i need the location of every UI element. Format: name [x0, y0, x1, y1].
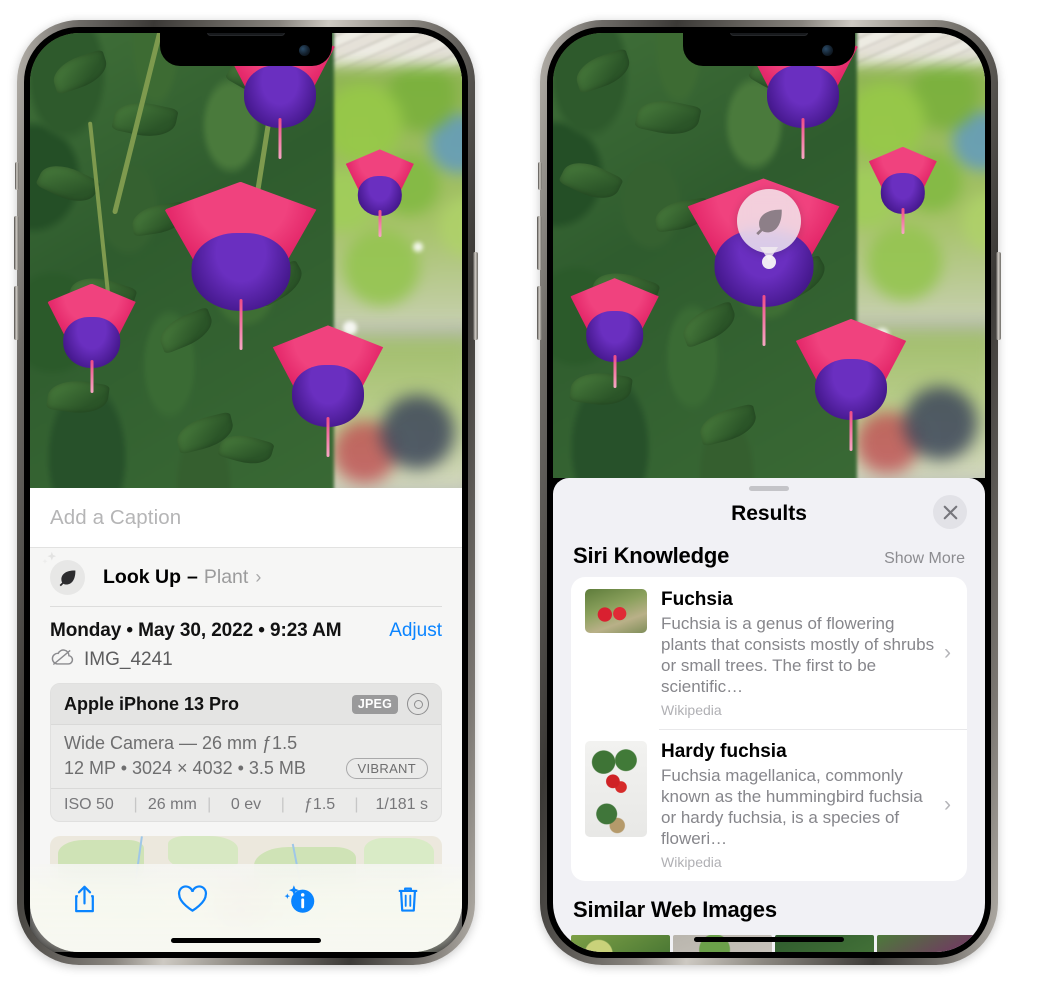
sheet-title: Results [731, 502, 807, 525]
power-button[interactable] [473, 252, 478, 340]
photo-toolbar [30, 864, 462, 952]
format-chip: JPEG [351, 694, 398, 714]
section-title: Siri Knowledge [573, 543, 730, 568]
similar-image[interactable] [877, 935, 976, 952]
lens-icon [407, 693, 429, 715]
exif-card: Apple iPhone 13 Pro JPEG Wide Camera — 2… [50, 683, 442, 822]
knowledge-thumbnail [585, 741, 647, 837]
knowledge-item[interactable]: Hardy fuchsia Fuchsia magellanica, commo… [571, 729, 967, 881]
leaf-icon [42, 551, 85, 595]
phone-right: Results Siri Knowledge Show More Fuchsia… [537, 20, 1001, 965]
phone-right-screen: Results Siri Knowledge Show More Fuchsia… [553, 33, 985, 952]
knowledge-thumbnail [585, 589, 647, 633]
exif-focal: 26 mm [147, 796, 197, 813]
knowledge-title: Fuchsia [661, 589, 733, 610]
power-button[interactable] [996, 252, 1001, 340]
knowledge-source: Wikipedia [661, 702, 722, 718]
notch [683, 33, 855, 66]
photo-viewer[interactable] [553, 33, 985, 478]
file-row: IMG_4241 [30, 644, 462, 683]
notch [160, 33, 332, 66]
similar-web-images-header: Similar Web Images [553, 881, 985, 931]
earpiece-speaker [730, 33, 808, 36]
chevron-right-icon: › [944, 793, 951, 816]
phone-left-body: Add a Caption Look Up – Plant › Monday •… [24, 27, 468, 958]
look-up-row[interactable]: Look Up – Plant › [30, 548, 462, 606]
share-button[interactable] [61, 876, 107, 922]
volume-down-button[interactable] [14, 286, 19, 340]
look-up-label: Look Up [103, 565, 181, 588]
device-name: Apple iPhone 13 Pro [64, 693, 240, 714]
leaf-icon [756, 209, 782, 236]
visual-lookup-badge[interactable] [737, 189, 801, 269]
photo-info-panel: Add a Caption Look Up – Plant › Monday •… [30, 488, 462, 952]
caption-field[interactable]: Add a Caption [30, 488, 462, 548]
exif-ev: 0 ev [230, 796, 262, 813]
profile-chip: VIBRANT [345, 758, 428, 779]
results-sheet: Results Siri Knowledge Show More Fuchsia… [553, 478, 985, 952]
home-indicator[interactable] [694, 937, 844, 942]
knowledge-description: Fuchsia magellanica, commonly known as t… [661, 766, 923, 848]
siri-knowledge-card: Fuchsia Fuchsia is a genus of flowering … [571, 577, 967, 881]
phone-right-body: Results Siri Knowledge Show More Fuchsia… [547, 27, 991, 958]
screenshot-stage: Add a Caption Look Up – Plant › Monday •… [0, 0, 1055, 985]
knowledge-item[interactable]: Fuchsia Fuchsia is a genus of flowering … [571, 577, 967, 729]
exif-aperture: ƒ1.5 [304, 796, 336, 813]
volume-down-button[interactable] [537, 286, 542, 340]
silent-switch[interactable] [15, 162, 19, 190]
knowledge-source: Wikipedia [661, 854, 722, 870]
show-more-button[interactable]: Show More [884, 550, 965, 568]
siri-knowledge-header: Siri Knowledge Show More [553, 537, 985, 577]
volume-up-button[interactable] [537, 216, 542, 270]
look-up-label-group: Look Up – Plant › [103, 566, 261, 589]
photo-metadata-row: Monday • May 30, 2022 • 9:23 AM Adjust [30, 606, 462, 644]
adjust-button[interactable]: Adjust [389, 620, 442, 642]
sparkle-icon [42, 551, 57, 564]
exif-iso: ISO 50 [64, 796, 114, 813]
look-up-subject: Plant [203, 565, 249, 588]
favorite-button[interactable] [169, 876, 215, 922]
close-icon [943, 505, 957, 519]
lens-line: Wide Camera — 26 mm ƒ1.5 [64, 733, 298, 753]
caption-placeholder: Add a Caption [50, 505, 182, 529]
exif-body: Wide Camera — 26 mm ƒ1.5 12 MP • 3024 × … [51, 725, 441, 788]
section-title: Similar Web Images [573, 897, 777, 922]
file-name: IMG_4241 [84, 648, 173, 670]
photo-date: Monday • May 30, 2022 • 9:23 AM [50, 620, 342, 641]
spec-line: 12 MP • 3024 × 4032 • 3.5 MB [64, 758, 306, 778]
photo-viewer[interactable] [30, 33, 462, 488]
similar-image[interactable] [571, 935, 670, 952]
knowledge-description: Fuchsia is a genus of flowering plants t… [661, 614, 935, 696]
photo-image [30, 33, 462, 488]
exif-shutter: 1/181 s [375, 796, 428, 813]
icloud-slash-icon [50, 648, 75, 671]
sheet-header: Results [553, 491, 985, 537]
home-indicator[interactable] [171, 938, 321, 943]
silent-switch[interactable] [538, 162, 542, 190]
close-button[interactable] [933, 495, 967, 529]
phone-left: Add a Caption Look Up – Plant › Monday •… [14, 20, 478, 965]
chevron-right-icon: › [255, 566, 262, 587]
earpiece-speaker [207, 33, 285, 36]
exif-settings-row: ISO 50 | 26 mm | 0 ev | ƒ1.5 | 1/181 s [51, 788, 441, 821]
volume-up-button[interactable] [14, 216, 19, 270]
info-button[interactable] [277, 876, 323, 922]
front-camera [822, 45, 833, 56]
knowledge-title: Hardy fuchsia [661, 741, 787, 762]
look-up-dash: – [187, 565, 198, 588]
exif-header: Apple iPhone 13 Pro JPEG [51, 684, 441, 725]
delete-button[interactable] [385, 876, 431, 922]
chevron-right-icon: › [944, 641, 951, 664]
front-camera [299, 45, 310, 56]
phone-left-screen: Add a Caption Look Up – Plant › Monday •… [30, 33, 462, 952]
